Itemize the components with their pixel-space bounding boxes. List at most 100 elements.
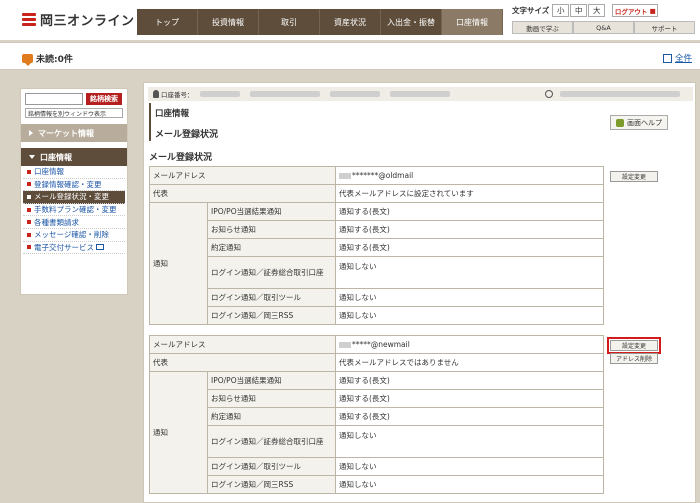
masked-account-info xyxy=(389,91,450,97)
notif-value-ipo: 通知する(長文) xyxy=(335,202,604,221)
sidebar-item-mail-registration[interactable]: メール登録状況・変更 xyxy=(23,191,125,204)
page-category: 口座情報 xyxy=(155,109,190,119)
notif-value-login-rss: 通知しない xyxy=(335,306,604,325)
message-icon xyxy=(22,54,33,66)
sidebar-item-account-info[interactable]: 口座情報 xyxy=(23,166,125,179)
sidebar-item-fee-plan[interactable]: 手数料プラン確認・変更 xyxy=(23,204,125,217)
mail-entry-table-1: メールアドレス *******@oldmail 設定変更 代表 代表メールアドレ… xyxy=(149,166,684,325)
notif-value-login-account: 通知しない xyxy=(335,425,604,458)
logout-button[interactable]: ログアウト ■ xyxy=(612,4,659,17)
bullet-icon xyxy=(27,207,31,212)
new-window-toggle[interactable]: 銘柄情報を別ウィンドウ表示 xyxy=(25,108,123,118)
notif-value-login-tool: 通知しない xyxy=(335,288,604,307)
sidebar-item-e-delivery[interactable]: 電子交付サービス xyxy=(23,242,125,255)
header: 岡三オンライン トップ 投資情報 取引 資産状況 入出金・振替 口座情報 文字サ… xyxy=(0,0,700,40)
triangle-down-icon xyxy=(29,155,35,159)
support-link[interactable]: サポート xyxy=(634,21,695,34)
utility-area: 文字サイズ 小 中 大 ログアウト ■ 動画で学ぶ Q&A サポート xyxy=(512,3,698,34)
bullet-icon xyxy=(27,245,31,250)
person-icon xyxy=(153,90,159,98)
notif-type-login-account: ログイン通知／証券総合取引口座 xyxy=(207,256,336,289)
mail-address-label: メールアドレス xyxy=(149,166,336,185)
nav-deposit[interactable]: 入出金・振替 xyxy=(381,9,442,35)
notif-value-news: 通知する(長文) xyxy=(335,389,604,408)
screen-help-button[interactable]: 画面ヘルプ xyxy=(610,115,668,130)
notif-type-login-tool: ログイン通知／取引ツール xyxy=(207,457,336,476)
bullet-icon xyxy=(27,194,31,199)
masked-text xyxy=(339,173,351,179)
sidebar-item-documents[interactable]: 各種書類請求 xyxy=(23,216,125,229)
representative-label: 代表 xyxy=(149,184,336,203)
video-learn-link[interactable]: 動画で学ぶ xyxy=(512,21,573,34)
account-bar: 口座番号： xyxy=(148,87,693,101)
global-nav: トップ 投資情報 取引 資産状況 入出金・振替 口座情報 xyxy=(137,9,503,35)
notice-bar: 未読:0件 全件 xyxy=(0,42,700,70)
notif-type-login-rss: ログイン通知／岡三RSS xyxy=(207,306,336,325)
notif-value-execution: 通知する(長文) xyxy=(335,407,604,426)
stock-search-input[interactable] xyxy=(25,93,83,105)
title-marker xyxy=(149,103,151,141)
font-size-medium-button[interactable]: 中 xyxy=(570,4,588,17)
market-info-heading[interactable]: マーケット情報 xyxy=(21,124,127,142)
bullet-icon xyxy=(27,232,31,237)
nav-assets[interactable]: 資産状況 xyxy=(320,9,381,35)
window-icon xyxy=(96,244,105,251)
unread-count: 未読:0件 xyxy=(36,55,73,65)
all-messages-link[interactable]: 全件 xyxy=(662,52,692,64)
mail-address-label: メールアドレス xyxy=(149,335,336,354)
nav-trade[interactable]: 取引 xyxy=(259,9,320,35)
font-size-label: 文字サイズ xyxy=(512,6,550,15)
account-info-heading[interactable]: 口座情報 xyxy=(21,148,127,166)
notif-value-login-account: 通知しない xyxy=(335,256,604,289)
notif-type-ipo: IPO/PO当選結果通知 xyxy=(207,371,336,390)
masked-text xyxy=(339,342,351,348)
sidebar-item-messages[interactable]: メッセージ確認・削除 xyxy=(23,229,125,242)
bullet-icon xyxy=(27,220,31,225)
font-size-large-button[interactable]: 大 xyxy=(588,4,606,17)
stock-search-button[interactable]: 銘柄検索 xyxy=(86,93,122,105)
nav-invest-info[interactable]: 投資情報 xyxy=(198,9,259,35)
logo-text: 岡三オンライン xyxy=(40,14,135,29)
notif-type-login-tool: ログイン通知／取引ツール xyxy=(207,288,336,307)
delete-address-button[interactable]: アドレス削除 xyxy=(610,352,658,364)
mail-entry-table-2: メールアドレス *****@newmail 設定変更 アドレス削除 代表 代表メ… xyxy=(149,335,684,494)
faq-link[interactable]: Q&A xyxy=(573,21,634,34)
change-settings-button[interactable]: 設定変更 xyxy=(607,336,661,354)
notification-label: 通知 xyxy=(149,371,208,494)
masked-login-time xyxy=(560,91,680,97)
representative-value: 代表メールアドレスではありません xyxy=(335,353,604,372)
notif-type-news: お知らせ通知 xyxy=(207,220,336,239)
mail-address-value: *****@newmail xyxy=(335,335,604,354)
clock-icon xyxy=(545,90,553,98)
notif-value-login-rss: 通知しない xyxy=(335,475,604,494)
main-content: 口座番号： 口座情報 メール登録状況 画面ヘルプ メール登録状況 メールアドレス… xyxy=(143,82,696,503)
triangle-right-icon xyxy=(29,130,33,136)
account-number-label: 口座番号： xyxy=(161,91,194,99)
help-icon xyxy=(616,118,624,127)
masked-account-info xyxy=(199,91,240,97)
font-size-small-button[interactable]: 小 xyxy=(552,4,570,17)
representative-label: 代表 xyxy=(149,353,336,372)
notif-type-news: お知らせ通知 xyxy=(207,389,336,408)
nav-account-info[interactable]: 口座情報 xyxy=(442,9,503,35)
notif-value-news: 通知する(長文) xyxy=(335,220,604,239)
representative-value: 代表メールアドレスに設定されています xyxy=(335,184,604,203)
bullet-icon xyxy=(27,182,31,187)
change-settings-button[interactable]: 設定変更 xyxy=(610,170,658,182)
sidebar: 銘柄検索 銘柄情報を別ウィンドウ表示 マーケット情報 口座情報 口座情報 登録情… xyxy=(20,88,128,295)
mail-address-value: *******@oldmail xyxy=(335,166,604,185)
list-icon xyxy=(662,53,672,63)
nav-top[interactable]: トップ xyxy=(137,9,198,35)
notif-type-ipo: IPO/PO当選結果通知 xyxy=(207,202,336,221)
notif-type-execution: 約定通知 xyxy=(207,407,336,426)
logo[interactable]: 岡三オンライン xyxy=(22,10,135,29)
notif-value-login-tool: 通知しない xyxy=(335,457,604,476)
unread-messages[interactable]: 未読:0件 xyxy=(22,52,73,66)
notif-type-login-account: ログイン通知／証券総合取引口座 xyxy=(207,425,336,458)
notification-label: 通知 xyxy=(149,202,208,325)
masked-account-info xyxy=(249,91,320,97)
section-heading: メール登録状況 xyxy=(149,153,213,163)
sidebar-item-registration[interactable]: 登録情報確認・変更 xyxy=(23,179,125,192)
logo-mark-icon xyxy=(22,12,36,28)
bullet-icon xyxy=(27,169,31,174)
